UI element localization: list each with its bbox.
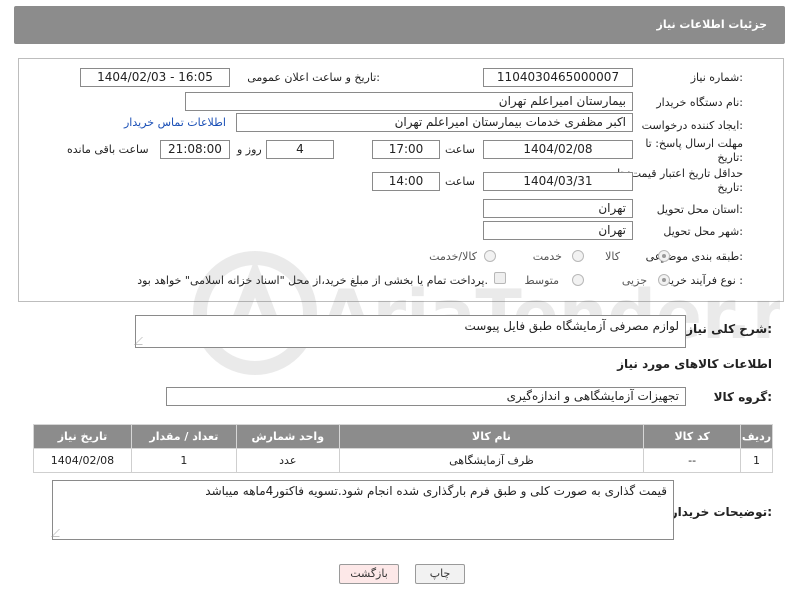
category-goods-service-label: کالا/خدمت: [429, 250, 477, 263]
cell-need-date: 1404/02/08: [33, 448, 132, 473]
process-type-label: نوع فرآیند خرید :: [665, 274, 743, 287]
cell-quantity: 1: [130, 448, 237, 473]
deadline-label: مهلت ارسال پاسخ: تا تاریخ:: [645, 137, 743, 164]
remaining-time-field: 21:08:00: [160, 140, 230, 159]
col-need-date: تاریخ نیاز: [33, 424, 132, 449]
cell-item-code: --: [643, 448, 742, 473]
need-number-field: 1104030465000007: [483, 68, 633, 87]
goods-group-field: تجهیزات آزمایشگاهی و اندازه‌گیری: [166, 387, 686, 406]
buyer-org-field: بیمارستان امیراعلم تهران: [185, 92, 633, 111]
deadline-date-field: 1404/02/08: [483, 140, 633, 159]
description-text: لوازم مصرفی آزمایشگاه طبق فایل پیوست: [464, 319, 679, 333]
col-unit: واحد شمارش: [235, 424, 340, 449]
table-header-row: ردیف کد کالا نام کالا واحد شمارش تعداد /…: [33, 424, 773, 449]
treasury-payment-checkbox[interactable]: [494, 272, 506, 284]
cell-unit: عدد: [235, 448, 340, 473]
treasury-payment-note: پرداخت تمام یا بخشی از مبلغ خرید،از محل …: [137, 274, 488, 287]
city-label: شهر محل تحویل:: [663, 225, 743, 238]
creator-label: ایجاد کننده درخواست:: [641, 119, 743, 132]
days-label: روز و: [237, 143, 262, 156]
buyer-notes-field: قیمت گذاری به صورت کلی و طبق فرم بارگذار…: [51, 480, 674, 540]
creator-field: اکبر مظفری خدمات بیمارستان امیراعلم تهرا…: [236, 113, 633, 132]
goods-table: ردیف کد کالا نام کالا واحد شمارش تعداد /…: [33, 424, 773, 473]
page-header: جزئیات اطلاعات نیاز: [14, 6, 785, 44]
buyer-notes-text: قیمت گذاری به صورت کلی و طبق فرم بارگذار…: [205, 484, 667, 498]
category-goods-label: کالا: [605, 250, 620, 263]
deadline-time-field: 17:00: [372, 140, 440, 159]
buyer-notes-label: توضیحات خریدار:: [670, 505, 772, 519]
category-goods-service-radio[interactable]: [484, 250, 496, 262]
goods-group-label: گروه کالا:: [713, 390, 772, 404]
category-service-radio[interactable]: [572, 250, 584, 262]
buyer-org-label: نام دستگاه خریدار:: [656, 96, 743, 109]
col-item-code: کد کالا: [643, 424, 742, 449]
col-item-name: نام کالا: [338, 424, 645, 449]
buyer-contact-link[interactable]: اطلاعات تماس خریدار: [124, 116, 226, 129]
print-button[interactable]: چاپ: [415, 564, 465, 584]
col-quantity: تعداد / مقدار: [130, 424, 237, 449]
remaining-time-label: ساعت باقی مانده: [67, 143, 149, 156]
col-row-number: ردیف: [740, 424, 773, 449]
cell-row-number: 1: [740, 448, 773, 473]
cell-item-name: ظرف آزمایشگاهی: [338, 448, 645, 473]
validity-time-field: 14:00: [372, 172, 440, 191]
remaining-days-field: 4: [266, 140, 334, 159]
process-medium-label: متوسط: [524, 274, 559, 287]
province-field: تهران: [483, 199, 633, 218]
announce-date-label: تاریخ و ساعت اعلان عمومی:: [247, 71, 380, 84]
goods-section-title: اطلاعات کالاهای مورد نیاز: [617, 357, 772, 371]
category-goods-radio[interactable]: [658, 250, 670, 262]
page-title: جزئیات اطلاعات نیاز: [656, 18, 768, 31]
resize-handle-icon[interactable]: [134, 337, 150, 345]
category-service-label: خدمت: [532, 250, 562, 263]
table-row: 1 -- ظرف آزمایشگاهی عدد 1 1404/02/08: [33, 448, 773, 473]
process-medium-radio[interactable]: [572, 274, 584, 286]
province-label: استان محل تحویل:: [656, 203, 743, 216]
process-minor-radio[interactable]: [658, 274, 670, 286]
resize-handle-icon[interactable]: [51, 529, 67, 537]
validity-time-label: ساعت: [445, 175, 475, 188]
city-field: تهران: [483, 221, 633, 240]
validity-date-field: 1404/03/31: [483, 172, 633, 191]
back-button[interactable]: بازگشت: [339, 564, 399, 584]
description-label: شرح کلی نیاز:: [686, 322, 772, 336]
deadline-time-label: ساعت: [445, 143, 475, 156]
description-field: لوازم مصرفی آزمایشگاه طبق فایل پیوست: [134, 315, 686, 348]
announce-date-field: 1404/02/03 - 16:05: [80, 68, 230, 87]
need-number-label: شماره نیاز:: [690, 71, 743, 84]
process-minor-label: جزیی: [621, 274, 647, 287]
